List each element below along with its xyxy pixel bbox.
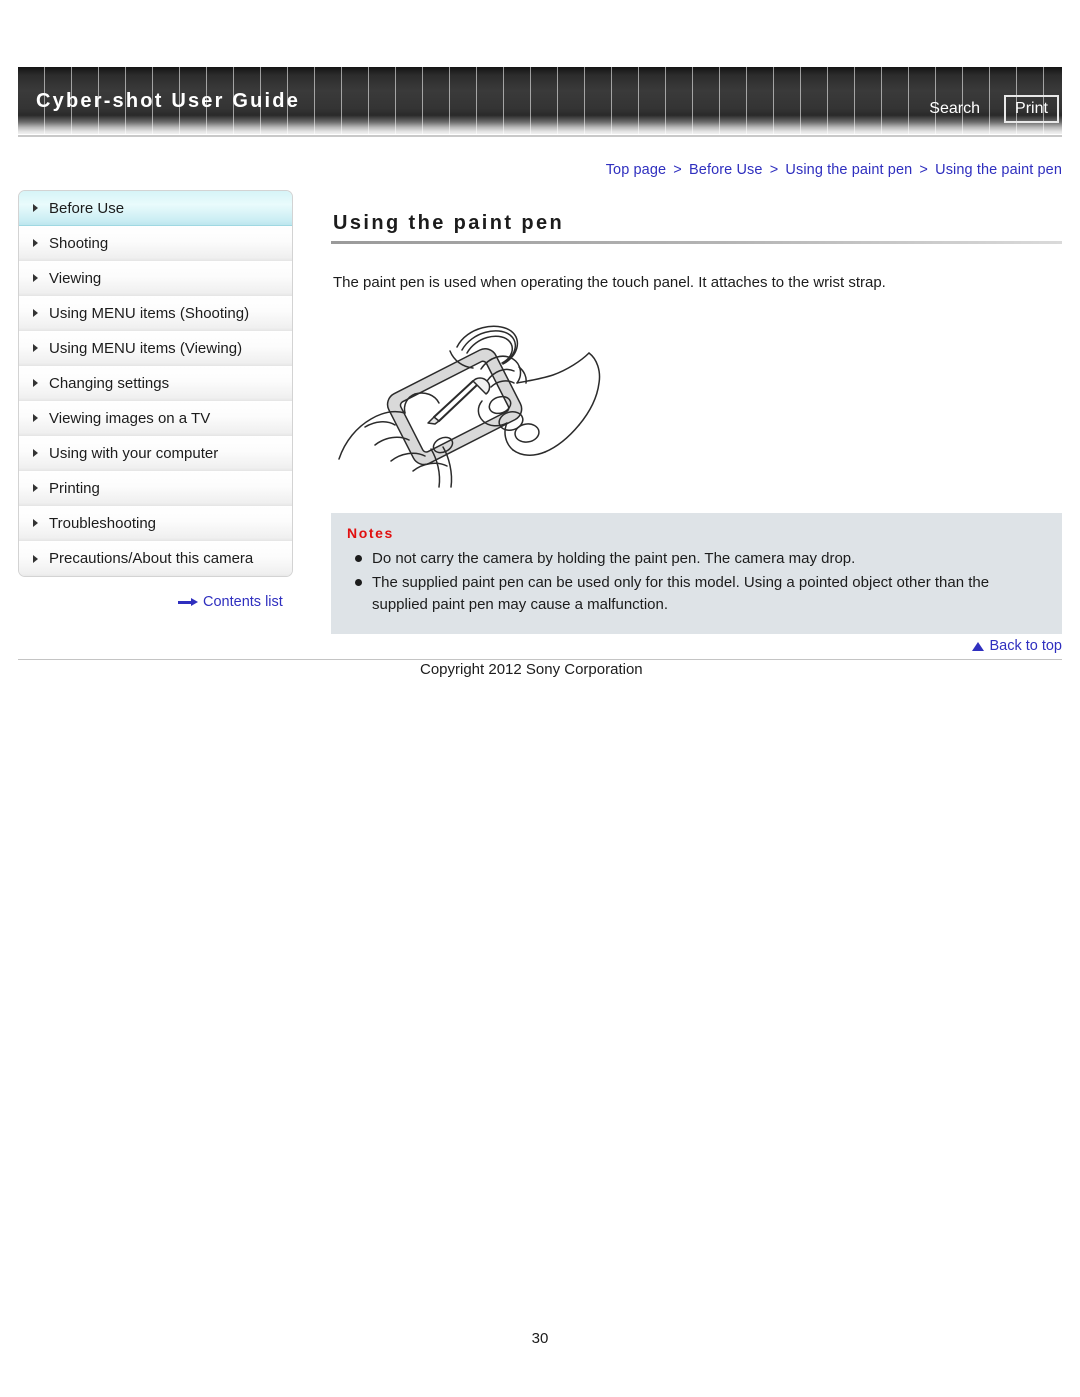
- guide-title: Cyber-shot User Guide: [36, 90, 301, 112]
- sidebar-item-label: Using MENU items (Shooting): [49, 304, 250, 322]
- breadcrumb-item-using-the-paint-pen[interactable]: Using the paint pen: [785, 162, 912, 178]
- chevron-right-icon: [33, 554, 38, 563]
- arrow-right-icon: [178, 597, 198, 607]
- sidebar-item-troubleshooting[interactable]: Troubleshooting: [19, 506, 292, 541]
- copyright-text: Copyright 2012 Sony Corporation: [420, 661, 643, 678]
- page-number: 30: [531, 1330, 549, 1347]
- title-divider: [331, 241, 1062, 244]
- sidebar-item-label: Shooting: [49, 234, 109, 252]
- sidebar-item-label: Troubleshooting: [49, 514, 157, 532]
- sidebar-item-label: Using with your computer: [49, 444, 219, 462]
- sidebar-item-using-with-your-computer[interactable]: Using with your computer: [19, 436, 292, 471]
- footer-divider: [18, 659, 1062, 660]
- sidebar-item-viewing[interactable]: Viewing: [19, 261, 292, 296]
- chevron-right-icon: [33, 414, 38, 422]
- chevron-right-icon: [33, 309, 38, 317]
- bullet-icon: [355, 554, 362, 562]
- notes-heading: Notes: [347, 524, 394, 541]
- chevron-right-icon: [33, 204, 38, 212]
- sidebar-item-label: Changing settings: [49, 374, 170, 392]
- sidebar-item-label: Before Use: [49, 199, 125, 217]
- main-content: Using the paint pen The paint pen is use…: [331, 190, 1062, 635]
- sidebar-item-changing-settings[interactable]: Changing settings: [19, 366, 292, 401]
- page-title: Using the paint pen: [333, 212, 565, 234]
- paint-pen-illustration: [338, 325, 601, 488]
- breadcrumb-item-before-use[interactable]: Before Use: [689, 162, 763, 178]
- bullet-icon: [355, 578, 362, 586]
- chevron-right-icon: [33, 449, 38, 457]
- breadcrumb-separator: >: [919, 162, 928, 178]
- sidebar-item-label: Viewing: [49, 269, 102, 287]
- search-link[interactable]: Search: [929, 100, 980, 118]
- chevron-right-icon: [33, 519, 38, 527]
- intro-paragraph: The paint pen is used when operating the…: [333, 274, 886, 291]
- sidebar: Before Use Shooting Viewing Using MENU i…: [18, 190, 293, 577]
- sidebar-item-using-menu-items-viewing[interactable]: Using MENU items (Viewing): [19, 331, 292, 366]
- contents-list-link[interactable]: Contents list: [178, 594, 283, 610]
- chevron-right-icon: [33, 484, 38, 492]
- notes-box: Notes Do not carry the camera by holding…: [331, 512, 1062, 635]
- back-to-top-label: Back to top: [989, 638, 1062, 654]
- header-underline: [18, 135, 1062, 137]
- contents-list-label: Contents list: [203, 594, 283, 610]
- sidebar-item-precautions-about-this-camera[interactable]: Precautions/About this camera: [19, 541, 292, 576]
- sidebar-item-label: Viewing images on a TV: [49, 409, 211, 427]
- note-text: The supplied paint pen can be used only …: [372, 573, 990, 613]
- chevron-right-icon: [33, 274, 38, 282]
- chevron-right-icon: [33, 379, 38, 387]
- back-to-top-link[interactable]: Back to top: [972, 638, 1062, 654]
- sidebar-item-label: Precautions/About this camera: [49, 550, 254, 567]
- breadcrumb-separator: >: [769, 162, 779, 178]
- sidebar-item-before-use[interactable]: Before Use: [19, 191, 292, 226]
- sidebar-item-using-menu-items-shooting[interactable]: Using MENU items (Shooting): [19, 296, 292, 331]
- breadcrumb-item-top-page[interactable]: Top page: [606, 162, 666, 178]
- chevron-right-icon: [33, 344, 38, 352]
- print-button[interactable]: Print: [1004, 95, 1059, 123]
- chevron-right-icon: [33, 239, 38, 247]
- sidebar-item-printing[interactable]: Printing: [19, 471, 292, 506]
- breadcrumb-item-current[interactable]: Using the paint pen: [935, 162, 1062, 178]
- sidebar-item-label: Printing: [49, 479, 100, 497]
- sidebar-item-shooting[interactable]: Shooting: [19, 226, 292, 261]
- sidebar-item-label: Using MENU items (Viewing): [49, 339, 243, 357]
- note-item: The supplied paint pen can be used only …: [347, 572, 1046, 616]
- sidebar-item-viewing-images-on-a-tv[interactable]: Viewing images on a TV: [19, 401, 292, 436]
- triangle-up-icon: [972, 641, 985, 651]
- breadcrumb-separator: >: [673, 162, 682, 178]
- breadcrumb: Top page > Before Use > Using the paint …: [606, 162, 1062, 178]
- note-text: Do not carry the camera by holding the p…: [372, 549, 856, 567]
- note-item: Do not carry the camera by holding the p…: [347, 548, 1046, 570]
